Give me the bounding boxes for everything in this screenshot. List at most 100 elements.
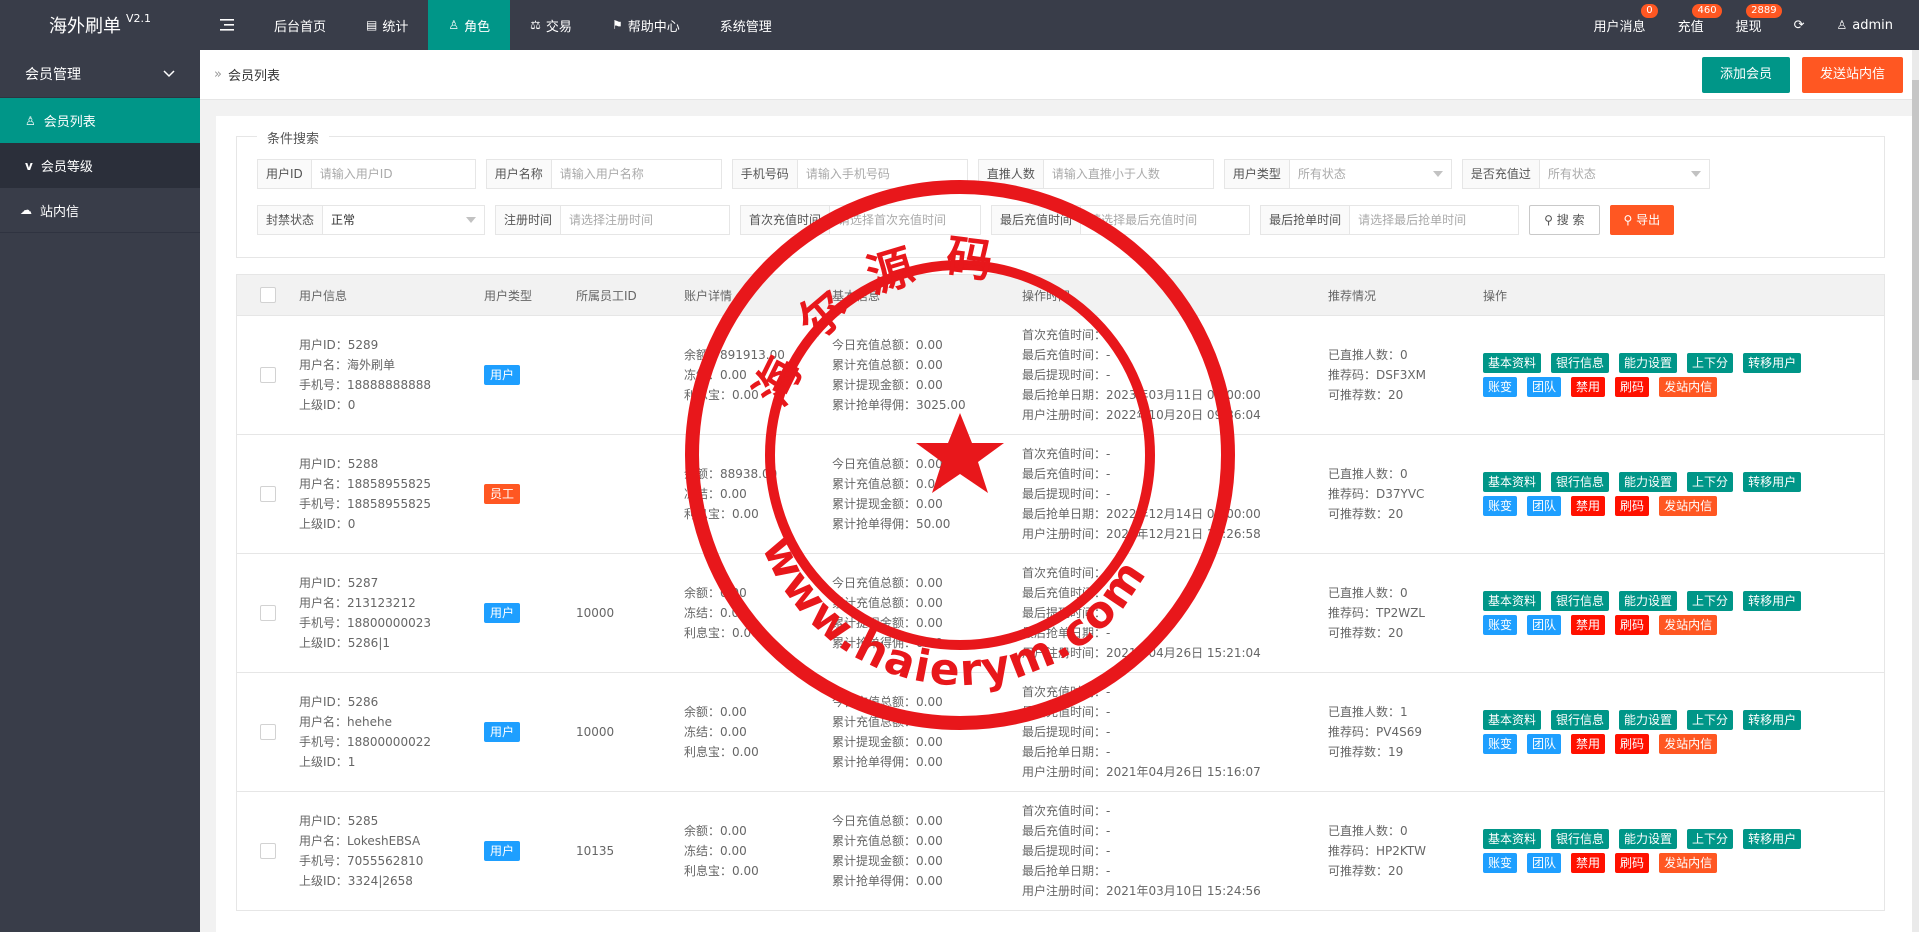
first-recharge-input[interactable]: 请选择首次充值时间 (830, 206, 980, 234)
action-button[interactable]: 账变 (1483, 853, 1518, 873)
action-button[interactable]: 团队 (1527, 496, 1562, 516)
action-button[interactable]: 发站内信 (1659, 496, 1718, 516)
action-button[interactable]: 银行信息 (1551, 591, 1610, 611)
field-label: 最后抢单时间 (1261, 206, 1351, 234)
action-button[interactable]: 转移用户 (1743, 353, 1802, 373)
action-button[interactable]: 团队 (1527, 377, 1562, 397)
user-name-input[interactable]: 请输入用户名称 (552, 160, 721, 188)
action-button[interactable]: 团队 (1527, 853, 1562, 873)
row-checkbox[interactable] (260, 843, 276, 859)
field-label: 最后充值时间 (992, 206, 1082, 234)
nav-withdraw[interactable]: 提现 2889 (1720, 0, 1782, 50)
phone-input[interactable]: 请输入手机号码 (798, 160, 967, 188)
action-button[interactable]: 基本资料 (1483, 353, 1542, 373)
ban-status-select[interactable]: 正常 (323, 206, 484, 234)
actions-cell: 基本资料 银行信息 能力设置 上下分 转移用户账变 团队 禁用 刷码 发站内信 (1483, 470, 1884, 518)
recharged-select[interactable]: 所有状态 (1540, 160, 1709, 188)
action-button[interactable]: 能力设置 (1619, 472, 1678, 492)
action-button[interactable]: 能力设置 (1619, 353, 1678, 373)
action-button[interactable]: 能力设置 (1619, 829, 1678, 849)
sidebar-item-member-level[interactable]: v 会员等级 (0, 143, 200, 188)
action-button[interactable]: 团队 (1527, 734, 1562, 754)
action-button[interactable]: 刷码 (1615, 496, 1650, 516)
action-button[interactable]: 禁用 (1571, 496, 1606, 516)
row-checkbox[interactable] (260, 605, 276, 621)
action-button[interactable]: 发站内信 (1659, 853, 1718, 873)
action-button[interactable]: 银行信息 (1551, 353, 1610, 373)
user-type-cell: 用户 (484, 841, 576, 861)
action-button[interactable]: 禁用 (1571, 377, 1606, 397)
action-button[interactable]: 银行信息 (1551, 710, 1610, 730)
action-button[interactable]: 转移用户 (1743, 472, 1802, 492)
action-button[interactable]: 转移用户 (1743, 710, 1802, 730)
action-button[interactable]: 刷码 (1615, 853, 1650, 873)
action-button[interactable]: 银行信息 (1551, 472, 1610, 492)
action-button[interactable]: 上下分 (1687, 591, 1734, 611)
nav-recharge[interactable]: 充值 460 (1662, 0, 1722, 50)
action-button[interactable]: 能力设置 (1619, 710, 1678, 730)
action-button[interactable]: 基本资料 (1483, 591, 1542, 611)
cell-line: 可推荐数：20 (1328, 507, 1404, 521)
action-button[interactable]: 账变 (1483, 615, 1518, 635)
scrollbar-thumb[interactable] (1912, 80, 1919, 380)
field-label: 封禁状态 (258, 206, 324, 234)
action-button[interactable]: 发站内信 (1659, 734, 1718, 754)
action-button[interactable]: 发站内信 (1659, 615, 1718, 635)
action-button[interactable]: 基本资料 (1483, 829, 1542, 849)
row-checkbox[interactable] (260, 486, 276, 502)
sidebar-group-member[interactable]: 会员管理 (0, 50, 200, 98)
menu-toggle-icon[interactable] (200, 0, 254, 50)
cell-line: 余额：891913.00 (684, 348, 785, 362)
row-checkbox[interactable] (260, 724, 276, 740)
action-button[interactable]: 上下分 (1687, 829, 1734, 849)
scrollbar[interactable] (1912, 50, 1919, 932)
action-button[interactable]: 刷码 (1615, 377, 1650, 397)
nav-system[interactable]: 系统管理 (700, 0, 792, 50)
cell-line: 用户ID：5285 (299, 814, 379, 828)
user-type-select[interactable]: 所有状态 (1290, 160, 1451, 188)
action-button[interactable]: 账变 (1483, 377, 1518, 397)
action-button[interactable]: 转移用户 (1743, 591, 1802, 611)
add-member-button[interactable]: 添加会员 (1701, 56, 1790, 93)
action-button[interactable]: 银行信息 (1551, 829, 1610, 849)
last-grab-input[interactable]: 请选择最后抢单时间 (1350, 206, 1518, 234)
send-message-button[interactable]: 发送站内信 (1801, 56, 1903, 93)
nav-home[interactable]: 后台首页 (254, 0, 346, 50)
refresh-icon[interactable]: ⟳ (1778, 0, 1821, 50)
action-button[interactable]: 基本资料 (1483, 472, 1542, 492)
sidebar-item-member-list[interactable]: ♙ 会员列表 (0, 98, 200, 143)
search-legend: 条件搜索 (257, 128, 330, 147)
action-button[interactable]: 上下分 (1687, 353, 1734, 373)
export-button[interactable]: ⚲ 导出 (1609, 205, 1675, 235)
action-button[interactable]: 上下分 (1687, 472, 1734, 492)
nav-trade[interactable]: ⚖ 交易 (510, 0, 592, 50)
sidebar-item-inbox[interactable]: ☁ 站内信 (0, 188, 200, 233)
row-checkbox[interactable] (260, 367, 276, 383)
action-button[interactable]: 上下分 (1687, 710, 1734, 730)
action-button[interactable]: 发站内信 (1659, 377, 1718, 397)
select-all-checkbox[interactable] (260, 287, 276, 303)
recommend-cell: 已直推人数：1 推荐码：PV4S69 可推荐数：19 (1328, 702, 1483, 762)
search-button[interactable]: ⚲ 搜 索 (1529, 205, 1600, 235)
action-button[interactable]: 账变 (1483, 496, 1518, 516)
action-button[interactable]: 禁用 (1571, 734, 1606, 754)
user-id-input[interactable]: 请输入用户ID (312, 160, 475, 188)
action-button[interactable]: 刷码 (1615, 615, 1650, 635)
nav-help[interactable]: ⚑ 帮助中心 (592, 0, 700, 50)
nav-user-messages[interactable]: 用户消息 0 (1578, 0, 1662, 50)
action-button[interactable]: 团队 (1527, 615, 1562, 635)
action-button[interactable]: 刷码 (1615, 734, 1650, 754)
cell-line: 累计充值总额：0.00 (832, 715, 943, 729)
action-button[interactable]: 基本资料 (1483, 710, 1542, 730)
direct-count-input[interactable]: 请输入直推小于人数 (1044, 160, 1213, 188)
nav-role[interactable]: ♙ 角色 (428, 0, 511, 50)
action-button[interactable]: 禁用 (1571, 615, 1606, 635)
user-menu[interactable]: ♙ admin (1821, 0, 1919, 50)
register-time-input[interactable]: 请选择注册时间 (561, 206, 729, 234)
action-button[interactable]: 转移用户 (1743, 829, 1802, 849)
action-button[interactable]: 能力设置 (1619, 591, 1678, 611)
action-button[interactable]: 账变 (1483, 734, 1518, 754)
nav-stats[interactable]: ▤ 统计 (346, 0, 428, 50)
last-recharge-input[interactable]: 请选择最后充值时间 (1081, 206, 1249, 234)
action-button[interactable]: 禁用 (1571, 853, 1606, 873)
